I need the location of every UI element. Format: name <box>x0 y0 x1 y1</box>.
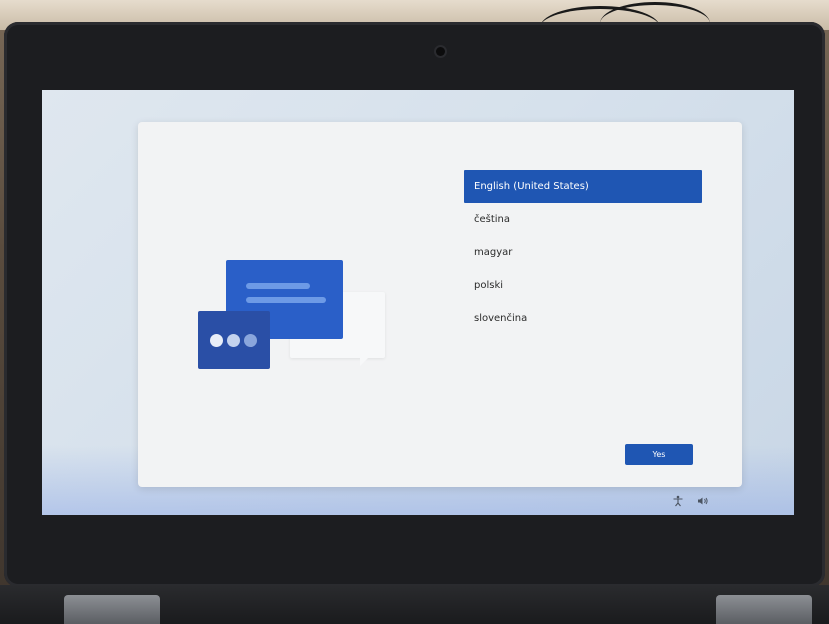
typing-chat-bubble <box>198 311 270 369</box>
language-item-english-us[interactable]: English (United States) <box>464 170 702 203</box>
language-setup-card: English (United States) čeština magyar p… <box>138 122 742 487</box>
language-item-polski[interactable]: polski <box>464 269 702 302</box>
bubble-text-line <box>246 283 310 289</box>
language-list: English (United States) čeština magyar p… <box>464 170 702 335</box>
laptop-hinge-left <box>64 595 160 624</box>
laptop-hinge-right <box>716 595 812 624</box>
language-item-magyar[interactable]: magyar <box>464 236 702 269</box>
typing-dot <box>227 334 240 347</box>
screen: English (United States) čeština magyar p… <box>42 90 794 515</box>
yes-button[interactable]: Yes <box>625 444 693 465</box>
language-item-slovencina[interactable]: slovenčina <box>464 302 702 335</box>
language-item-cestina[interactable]: čeština <box>464 203 702 236</box>
typing-dot <box>244 334 257 347</box>
chat-bubbles-illustration <box>198 260 388 376</box>
accessibility-icon[interactable] <box>672 495 684 507</box>
bubble-text-line <box>246 297 326 303</box>
typing-dot <box>210 334 223 347</box>
white-chat-bubble-tail <box>360 356 370 366</box>
volume-icon[interactable] <box>697 495 709 507</box>
webcam <box>436 47 445 56</box>
